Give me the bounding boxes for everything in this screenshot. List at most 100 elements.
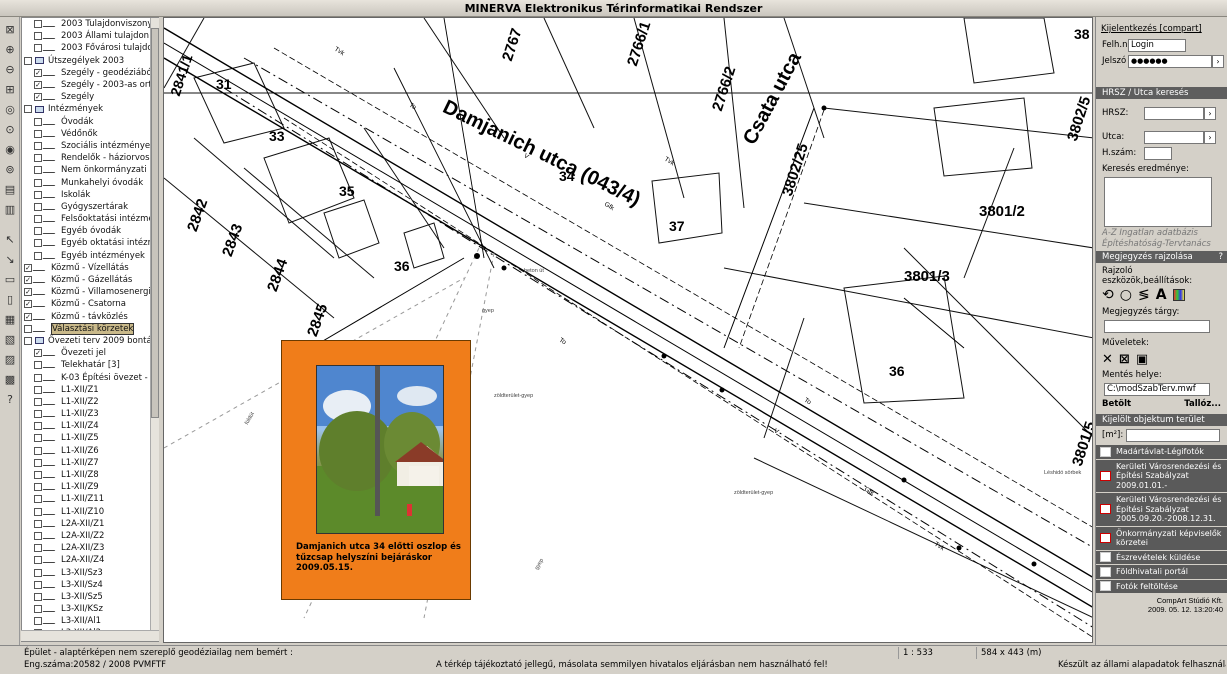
layer-checkbox[interactable] bbox=[34, 458, 42, 467]
zoom-selection-icon[interactable]: ◉ bbox=[2, 141, 18, 157]
layer-item[interactable]: L1-XII/Z5 bbox=[22, 432, 158, 444]
street-search-button[interactable]: › bbox=[1204, 130, 1216, 144]
layer-item[interactable]: Intézmények bbox=[22, 103, 158, 115]
ruler-icon[interactable]: ▭ bbox=[2, 271, 18, 287]
layer-item[interactable]: Védőnők bbox=[22, 128, 158, 140]
layer-tree-hscrollbar[interactable] bbox=[21, 630, 159, 641]
layer-checkbox[interactable] bbox=[34, 519, 42, 528]
layer-item[interactable]: Telekhatár [3] bbox=[22, 359, 158, 371]
link-az-database[interactable]: A-Z Ingatlan adatbázis bbox=[1102, 228, 1198, 238]
area-icon[interactable]: ▯ bbox=[2, 291, 18, 307]
layer-checkbox[interactable] bbox=[34, 568, 42, 577]
action-button[interactable]: Kerületi Városrendezési és Építési Szabá… bbox=[1096, 459, 1227, 492]
paint-bucket-icon[interactable]: ⟲ bbox=[1102, 287, 1114, 303]
layer-checkbox[interactable] bbox=[24, 324, 32, 333]
layer-checkbox[interactable]: ✓ bbox=[34, 93, 42, 102]
layer-item[interactable]: L2A-XII/Z1 bbox=[22, 518, 158, 530]
layer-item[interactable]: 2003 Fővárosi tulajdon bbox=[22, 42, 158, 54]
circle-icon[interactable]: ○ bbox=[1120, 287, 1132, 303]
layer-item[interactable]: Egyéb oktatási intézmér bbox=[22, 237, 158, 249]
layer-item[interactable]: Óvodák bbox=[22, 116, 158, 128]
layer-item[interactable]: ✓ Közmű - távközlés bbox=[22, 311, 158, 323]
browse-button[interactable]: Tallóz... bbox=[1184, 399, 1221, 409]
zoom-out-icon[interactable]: ⊖ bbox=[2, 61, 18, 77]
layer-checkbox[interactable] bbox=[34, 373, 42, 382]
layer-item[interactable]: K-03 Építési övezet - öv bbox=[22, 371, 158, 383]
street-field[interactable] bbox=[1144, 130, 1204, 144]
print-preview-icon[interactable]: ▥ bbox=[2, 201, 18, 217]
layer-item[interactable]: ✓ Szegély - geodéziából bbox=[22, 67, 158, 79]
palette-icon[interactable] bbox=[1172, 289, 1185, 301]
layer-checkbox[interactable] bbox=[34, 483, 42, 492]
layer-item[interactable]: ✓ Szegély - 2003-as ortofo bbox=[22, 79, 158, 91]
layer-item[interactable]: ✓ Közmű - Gázellátás bbox=[22, 274, 158, 286]
layer-item[interactable]: Egyéb intézmények bbox=[22, 250, 158, 262]
layer-item[interactable]: L1-XII/Z2 bbox=[22, 396, 158, 408]
save-path-field[interactable]: C:\modSzabTerv.mwf bbox=[1104, 383, 1210, 396]
layer-item[interactable]: Gyógyszertárak bbox=[22, 201, 158, 213]
layer-checkbox[interactable] bbox=[34, 141, 42, 150]
save-disk-icon[interactable]: ▣ bbox=[1136, 352, 1148, 367]
layer-checkbox[interactable] bbox=[34, 592, 42, 601]
action-button[interactable]: Észrevételek küldése bbox=[1096, 550, 1227, 564]
logout-link[interactable]: Kijelentkezés [compart] bbox=[1101, 24, 1202, 34]
layer-item[interactable]: L3-XII/Al1 bbox=[22, 615, 158, 627]
action-button[interactable]: Madártávlat-Légifotók bbox=[1096, 445, 1227, 459]
select-icon[interactable]: ↘ bbox=[2, 251, 18, 267]
layer-checkbox[interactable] bbox=[34, 422, 42, 431]
layer-item[interactable]: Nem önkormányzati inté bbox=[22, 164, 158, 176]
action-button[interactable]: Kerületi Városrendezési és Építési Szabá… bbox=[1096, 493, 1227, 526]
link-building-authority[interactable]: Építéshatóság-Tervtanács bbox=[1102, 239, 1211, 249]
layer-item[interactable]: Rendelők - háziorvosi ... bbox=[22, 152, 158, 164]
layer-checkbox[interactable] bbox=[34, 580, 42, 589]
layer-checkbox[interactable] bbox=[34, 44, 42, 53]
layer-checkbox[interactable] bbox=[34, 166, 42, 175]
close-icon[interactable]: ⊠ bbox=[2, 21, 18, 37]
layer-checkbox[interactable] bbox=[34, 129, 42, 138]
layer-checkbox[interactable]: ✓ bbox=[24, 288, 32, 297]
layer-item[interactable]: Egyéb óvodák bbox=[22, 225, 158, 237]
clear-icon[interactable]: ⊠ bbox=[1119, 352, 1130, 367]
layer-checkbox[interactable] bbox=[34, 251, 42, 260]
layer-item[interactable]: 2003 Állami tulajdon bbox=[22, 30, 158, 42]
scrollbar-thumb[interactable] bbox=[151, 28, 159, 418]
layer-item[interactable]: L1-XII/Z6 bbox=[22, 445, 158, 457]
layer-checkbox[interactable] bbox=[34, 507, 42, 516]
layer-item[interactable]: Szociális intézmények bbox=[22, 140, 158, 152]
hrsz-field[interactable] bbox=[1144, 106, 1204, 120]
layer-checkbox[interactable]: ✓ bbox=[24, 263, 32, 272]
layer-checkbox[interactable] bbox=[34, 117, 42, 126]
layer-item[interactable]: 2003 Tulajdonviszony bbox=[22, 18, 158, 30]
legend-icon[interactable]: ▨ bbox=[2, 351, 18, 367]
zoom-window-icon[interactable]: ⊞ bbox=[2, 81, 18, 97]
layer-checkbox[interactable] bbox=[24, 56, 32, 65]
layer-checkbox[interactable] bbox=[34, 434, 42, 443]
zoom-prev-icon[interactable]: ◎ bbox=[2, 101, 18, 117]
help-icon[interactable]: ? bbox=[2, 391, 18, 407]
username-field[interactable]: Login bbox=[1128, 38, 1186, 52]
layer-checkbox[interactable] bbox=[34, 239, 42, 248]
login-button[interactable]: › bbox=[1212, 54, 1224, 68]
layer-checkbox[interactable] bbox=[34, 531, 42, 540]
delete-icon[interactable]: ✕ bbox=[1102, 352, 1113, 367]
layer-item[interactable]: L1-XII/Z11 bbox=[22, 493, 158, 505]
photo-callout[interactable]: Damjanich utca 34 előtti oszlop és tűzcs… bbox=[281, 340, 471, 600]
layer-item[interactable]: Választási körzetek bbox=[22, 322, 158, 335]
action-button[interactable]: Földhivatali portál bbox=[1096, 565, 1227, 579]
layer-tree-scrollbar[interactable] bbox=[150, 18, 159, 641]
layer-item[interactable]: Övezeti terv 2009 bontásba bbox=[22, 335, 158, 347]
layer-item[interactable]: L1-XII/Z7 bbox=[22, 457, 158, 469]
layer-item[interactable]: L1-XII/Z10 bbox=[22, 506, 158, 518]
table-icon[interactable]: ▧ bbox=[2, 331, 18, 347]
layer-checkbox[interactable] bbox=[34, 617, 42, 626]
layer-checkbox[interactable] bbox=[34, 190, 42, 199]
layer-item[interactable]: ✓ Közmű - Villamosenergia bbox=[22, 286, 158, 298]
layer-item[interactable]: L2A-XII/Z2 bbox=[22, 530, 158, 542]
pointer-icon[interactable]: ↖ bbox=[2, 231, 18, 247]
layer-checkbox[interactable] bbox=[34, 178, 42, 187]
layer-item[interactable]: Felsőoktatási intézmény bbox=[22, 213, 158, 225]
layer-item[interactable]: L2A-XII/Z3 bbox=[22, 542, 158, 554]
layer-checkbox[interactable] bbox=[34, 32, 42, 41]
layer-item[interactable]: Munkahelyi óvodák bbox=[22, 176, 158, 188]
layer-checkbox[interactable] bbox=[34, 385, 42, 394]
